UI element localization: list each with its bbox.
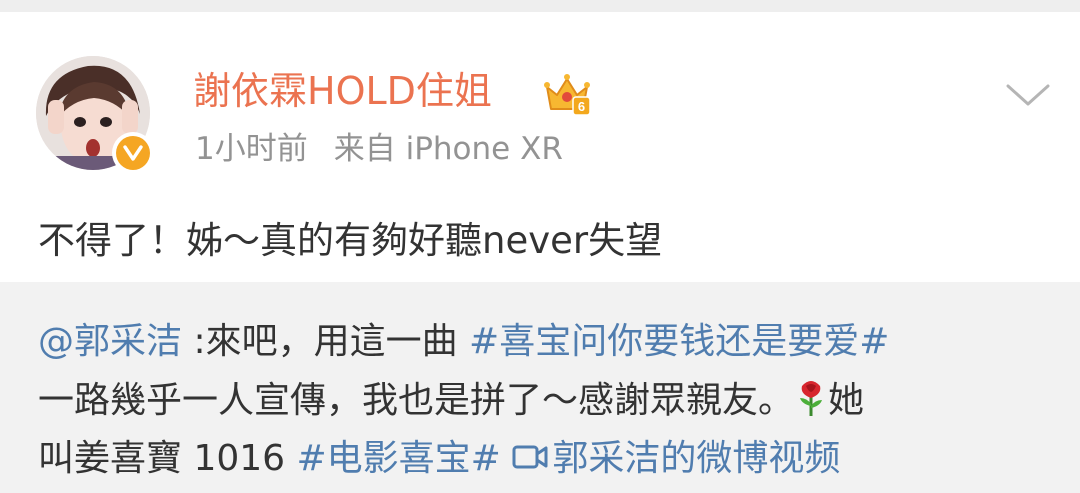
hashtag-link[interactable]: #喜宝问你要钱还是要爱# [469, 321, 889, 362]
verified-v-icon [112, 132, 154, 174]
repost-text: 叫姜喜寶 1016 [38, 438, 297, 479]
member-level: 6 [578, 99, 585, 114]
chevron-down-icon[interactable] [1004, 78, 1052, 112]
post-text: 不得了！姊～真的有夠好聽never失望 [38, 219, 663, 262]
repost-line-1: @郭采洁 :來吧，用這一曲 #喜宝问你要钱还是要爱# [38, 317, 889, 367]
avatar[interactable] [36, 56, 154, 174]
repost-text: 她 [828, 380, 865, 421]
hashtag-link[interactable]: #电影喜宝# [297, 438, 501, 479]
username-link[interactable]: 謝依霖HOLD住姐 [193, 66, 492, 116]
video-link-label: 郭采洁的微博视频 [552, 438, 841, 479]
repost-text: 一路幾乎一人宣傳，我也是拼了～感謝眾親友。 [38, 380, 795, 421]
mention-link[interactable]: @郭采洁 [38, 321, 182, 362]
repost-line-2: 一路幾乎一人宣傳，我也是拼了～感謝眾親友。 她 [38, 376, 864, 426]
weibo-post: 謝依霖HOLD住姐 6 1小时前 来自 iPhone XR 不得了！姊～真的有夠好… [0, 12, 1080, 282]
repost-block[interactable]: @郭采洁 :來吧，用這一曲 #喜宝问你要钱还是要爱# 一路幾乎一人宣傳，我也是拼… [0, 282, 1080, 493]
video-icon [512, 436, 548, 469]
crown-member-icon[interactable]: 6 [543, 71, 591, 117]
post-source[interactable]: 来自 iPhone XR [334, 131, 563, 167]
repost-text: :來吧，用這一曲 [182, 321, 470, 362]
rose-emoji-icon [794, 378, 828, 418]
post-meta: 1小时前 来自 iPhone XR [195, 129, 563, 169]
post-time: 1小时前 [195, 131, 308, 167]
video-link[interactable]: 郭采洁的微博视频 [512, 438, 840, 479]
repost-line-3: 叫姜喜寶 1016 #电影喜宝# 郭采洁的微博视频 [38, 434, 840, 484]
top-divider [0, 0, 1080, 12]
